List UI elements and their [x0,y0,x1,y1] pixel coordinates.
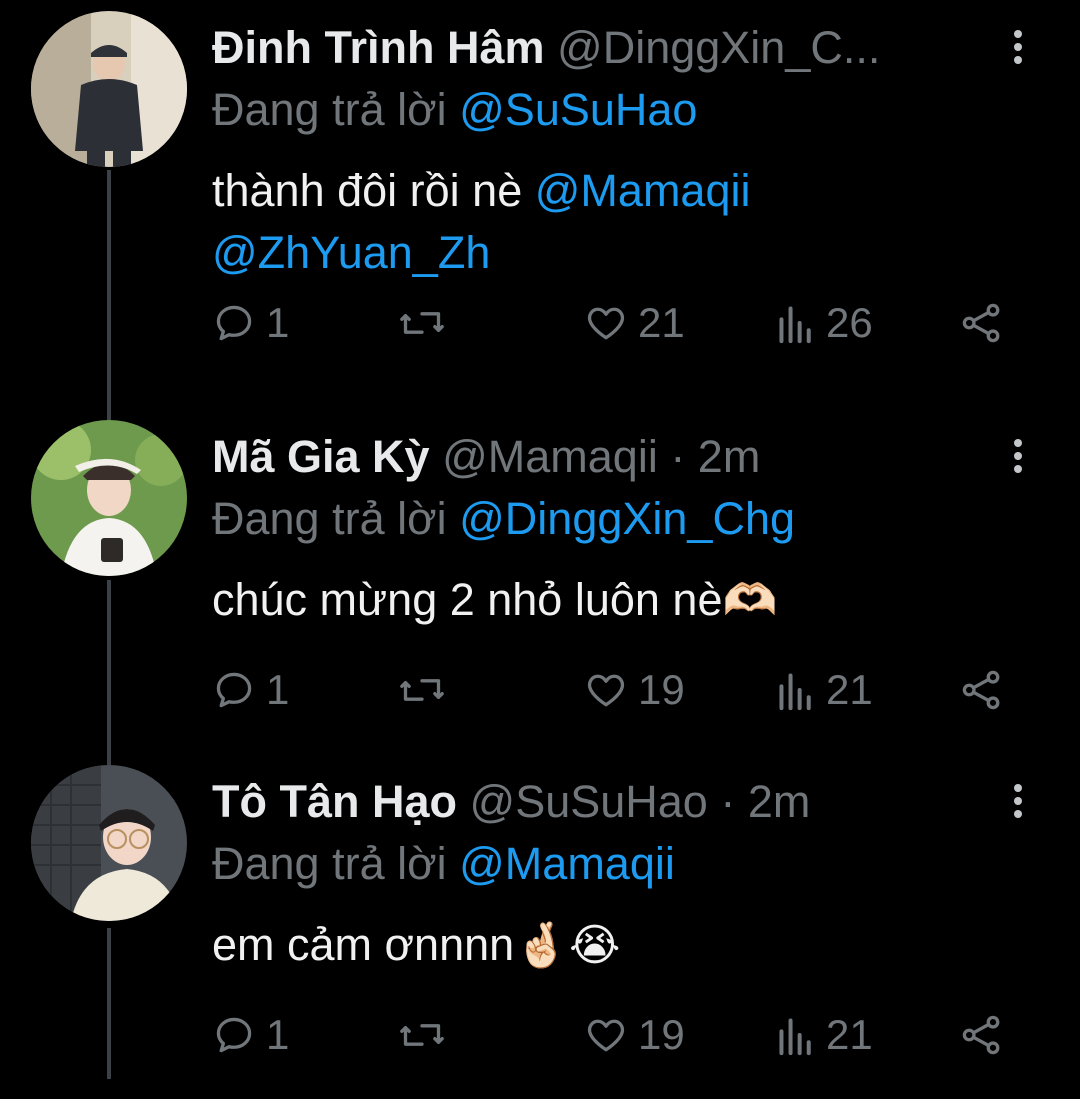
like-icon [587,307,625,340]
retweet-button[interactable] [398,665,446,715]
share-button[interactable] [960,1010,1004,1060]
tweet-text: chúc mừng 2 nhỏ luôn nè🫶🏻 [212,569,1032,632]
mention-link[interactable]: @Mamaqii [535,165,751,216]
tweet-text: thành đôi rồi nè @Mamaqii @ZhYuan_Zh [212,160,1032,284]
reply-button[interactable]: 1 [212,665,289,715]
reply-icon [216,1017,252,1053]
tweet-text-plain: thành đôi rồi nè [212,165,523,216]
views-count: 21 [826,1011,873,1058]
tweet-header: Tô Tân Hạo @SuSuHao · 2m [212,776,1000,828]
reply-button[interactable]: 1 [212,298,289,348]
more-icon[interactable] [1004,26,1032,66]
handle-time[interactable]: @DinggXin_C... [557,22,880,73]
reply-icon [216,305,252,341]
views-count: 21 [826,666,873,713]
retweet-button[interactable] [398,1010,446,1060]
display-name[interactable]: Mã Gia Kỳ [212,431,430,482]
views-icon [779,673,811,711]
reply-mention[interactable]: @Mamaqii [459,838,675,889]
reply-prefix: Đang trả lời [212,838,447,889]
share-button[interactable] [960,665,1004,715]
tweet-header: Đinh Trình Hâm @DinggXin_C... [212,22,1000,74]
views-icon [779,306,811,344]
views-button[interactable]: 21 [776,1010,873,1060]
handle-time[interactable]: @Mamaqii · 2m [442,431,760,482]
reply-mention[interactable]: @SuSuHao [459,84,697,135]
share-button[interactable] [960,298,1004,348]
share-icon [962,303,1000,343]
like-count: 19 [638,1011,685,1058]
tweet-text-plain: em cảm ơnnnn [212,919,515,970]
avatar[interactable] [31,765,187,921]
share-icon [962,1015,1000,1055]
reply-context: Đang trả lời @DinggXin_Chg [212,493,795,545]
views-button[interactable]: 21 [776,665,873,715]
share-icon [962,670,1000,710]
tweet[interactable]: Đinh Trình Hâm @DinggXin_C... Đang trả l… [0,0,1080,348]
reply-prefix: Đang trả lời [212,84,447,135]
retweet-icon [400,1024,444,1046]
tweet-header: Mã Gia Kỳ @Mamaqii · 2m [212,431,1000,483]
like-icon [587,674,625,707]
reply-count: 1 [266,1011,290,1058]
mention-link[interactable]: @ZhYuan_Zh [212,227,490,278]
like-button[interactable]: 19 [584,1010,685,1060]
like-count: 19 [638,666,685,713]
handle-time[interactable]: @SuSuHao · 2m [470,776,811,827]
action-bar: 1 19 21 [212,1010,1012,1060]
like-count: 21 [638,299,685,346]
views-count: 26 [826,299,873,346]
reply-button[interactable]: 1 [212,1010,289,1060]
retweet-button[interactable] [398,298,446,348]
reply-mention[interactable]: @DinggXin_Chg [459,493,795,544]
emoji: 🫶🏻 [722,576,778,625]
reply-context: Đang trả lời @SuSuHao [212,84,697,136]
tweet[interactable]: Mã Gia Kỳ @Mamaqii · 2m Đang trả lời @Di… [0,409,1080,754]
action-bar: 1 19 21 [212,665,1012,715]
display-name[interactable]: Tô Tân Hạo [212,776,457,827]
avatar[interactable] [31,420,187,576]
retweet-icon [400,679,444,701]
tweet-text-plain: chúc mừng 2 nhỏ luôn nè [212,574,723,625]
tweet-text: em cảm ơnnnn🤞🏻😭 [212,914,1032,977]
reply-context: Đang trả lời @Mamaqii [212,838,675,890]
tweet[interactable]: Tô Tân Hạo @SuSuHao · 2m Đang trả lời @M… [0,754,1080,1099]
avatar[interactable] [31,11,187,167]
emoji: 🤞🏻😭 [514,921,621,970]
views-icon [779,1018,811,1056]
action-bar: 1 21 26 [212,298,1012,348]
like-button[interactable]: 21 [584,298,685,348]
reply-prefix: Đang trả lời [212,493,447,544]
retweet-icon [400,312,444,334]
like-icon [587,1019,625,1052]
display-name[interactable]: Đinh Trình Hâm [212,22,545,73]
reply-count: 1 [266,666,290,713]
views-button[interactable]: 26 [776,298,873,348]
more-icon[interactable] [1004,435,1032,475]
reply-icon [216,672,252,708]
reply-count: 1 [266,299,290,346]
like-button[interactable]: 19 [584,665,685,715]
more-icon[interactable] [1004,780,1032,820]
